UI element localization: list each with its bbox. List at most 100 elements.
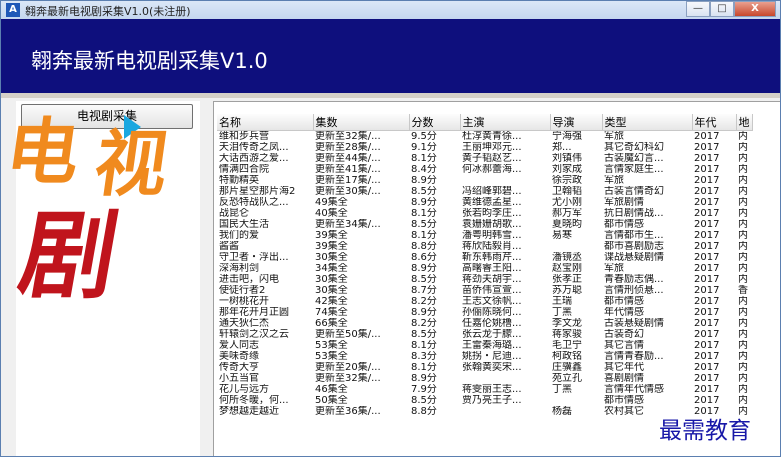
header-divider bbox=[1, 93, 780, 98]
table-cell: 喜剧剧情 bbox=[604, 373, 644, 384]
maximize-button[interactable]: □ bbox=[710, 1, 734, 17]
table-cell: 任嘉伦姚橹... bbox=[462, 318, 522, 329]
table-cell: 爱人同志 bbox=[219, 340, 259, 351]
table-row[interactable]: 战昆仑 40集全 8.1分 张若昀李庄... 郝万军 抗日剧情战... 2017 内 bbox=[217, 208, 752, 219]
table-cell: 2017 bbox=[694, 219, 720, 230]
table-row[interactable]: 美味奇缘 53集全 8.3分 姚拐・尼迪... 柯政铭 言情青春励... 2017 内 bbox=[217, 351, 752, 362]
table-cell: 8.1分 bbox=[411, 362, 437, 373]
table-row[interactable]: 情满四合院 更新至41集/... 8.4分 何冰郝蕾海... 刘家成 言情家庭生... 20… bbox=[217, 164, 752, 175]
table-cell: 内 bbox=[738, 296, 748, 307]
table-row[interactable]: 传奇大亨 更新至20集/... 8.1分 张翰黄奕宋... 庄骥鑫 其它年代 2017 内 bbox=[217, 362, 752, 373]
table-row[interactable]: 国民大生活 更新至34集/... 8.5分 袁姗姗胡歌... 夏晓昀 都市情感 2017 内 bbox=[217, 219, 752, 230]
table-cell: 内 bbox=[738, 197, 748, 208]
table-row[interactable]: 我们的爱 39集全 8.1分 潘粤明韩雪... 易寒 言情都市生... 2017 内 bbox=[217, 230, 752, 241]
table-cell: 8.1分 bbox=[411, 340, 437, 351]
table-cell: 言情年代情感 bbox=[604, 384, 664, 395]
table-cell: 2017 bbox=[694, 296, 720, 307]
table-row[interactable]: 酱酱 39集全 8.8分 蒋欣陆毅肖... 都市喜剧励志 2017 内 bbox=[217, 241, 752, 252]
table-cell: 2017 bbox=[694, 142, 720, 153]
table-row[interactable]: 特勤精英 更新至17集/... 8.9分 徐宗政 军旅 2017 内 bbox=[217, 175, 752, 186]
col-header-name[interactable]: 名称 bbox=[217, 114, 314, 131]
table-cell: 小五当官 bbox=[219, 373, 259, 384]
table-row[interactable]: 深海利剑 34集全 8.9分 高曙睿王阳... 赵宝刚 军旅 2017 内 bbox=[217, 263, 752, 274]
table-cell: 蒋欣陆毅肖... bbox=[462, 241, 522, 252]
table-row[interactable]: 使徒行者2 30集全 8.7分 苗侨伟宣萱... 苏万聪 言情刑侦悬... 2017 香 bbox=[217, 285, 752, 296]
table-cell: 内 bbox=[738, 208, 748, 219]
close-button[interactable]: X bbox=[734, 1, 776, 17]
table-row[interactable]: 维和步兵营 更新至32集/... 9.5分 杜淳黄青徐... 宁海强 军旅 2017 内 bbox=[217, 131, 752, 143]
table-cell: 2017 bbox=[694, 340, 720, 351]
table-row[interactable]: 反恐特战队之... 49集全 8.9分 黄维德孟星... 尤小刚 军旅剧情 2017 内 bbox=[217, 197, 752, 208]
table-cell: 2017 bbox=[694, 230, 720, 241]
table-cell: 张翰黄奕宋... bbox=[462, 362, 522, 373]
table-cell bbox=[460, 373, 550, 384]
table-cell: 黄维德孟星... bbox=[462, 197, 522, 208]
table-cell: 2017 bbox=[694, 164, 720, 175]
table-cell: 30集全 bbox=[315, 274, 348, 285]
table-cell: 花儿与远方 bbox=[219, 384, 269, 395]
table-cell: 特勤精英 bbox=[219, 175, 259, 186]
table-cell: 国民大生活 bbox=[219, 219, 269, 230]
col-header-genre[interactable]: 类型 bbox=[602, 114, 693, 131]
table-cell: 黄子韬赵艺... bbox=[462, 153, 522, 164]
table-cell: 言情刑侦悬... bbox=[604, 285, 664, 296]
table-row[interactable]: 轩辕剑之汉之云 更新至50集/... 8.5分 张云龙于朦... 蒋家骏 古装奇幻 2017… bbox=[217, 329, 752, 340]
table-cell: 深海利剑 bbox=[219, 263, 259, 274]
table-cell: 49集全 bbox=[315, 197, 348, 208]
table-cell: 言情家庭生... bbox=[604, 164, 664, 175]
table-row[interactable]: 爱人同志 53集全 8.1分 王雷秦海璐... 毛卫宁 其它言情 2017 内 bbox=[217, 340, 752, 351]
table-cell: 何所冬暖，何... bbox=[219, 395, 289, 406]
table-row[interactable]: 何所冬暖，何... 50集全 8.5分 贾乃亮王子... 都市情感 2017 内 bbox=[217, 395, 752, 406]
col-header-region[interactable]: 地 bbox=[736, 114, 753, 131]
table-cell: 内 bbox=[738, 230, 748, 241]
table-cell: 内 bbox=[738, 186, 748, 197]
table-row[interactable]: 天泪传奇之凤... 更新至28集/... 9.1分 王丽坤邓元... 郑... 其它奇幻科… bbox=[217, 142, 752, 153]
table-cell: 2017 bbox=[694, 186, 720, 197]
table-row[interactable]: 那年花开月正圆 74集全 8.9分 孙俪陈晓何... 丁黑 年代情感 2017 内 bbox=[217, 307, 752, 318]
table-row[interactable]: 那片星空那片海2 更新至30集/... 8.5分 冯绍峰郭碧... 卫翰韬 古装言情奇幻 2… bbox=[217, 186, 752, 197]
minimize-button[interactable]: — bbox=[686, 1, 710, 17]
table-cell: 内 bbox=[738, 131, 748, 142]
table-row[interactable]: 花儿与远方 46集全 7.9分 蒋雯丽王志... 丁黑 言情年代情感 2017 内 bbox=[217, 384, 752, 395]
col-header-cast[interactable]: 主演 bbox=[460, 114, 551, 131]
table-cell: 8.9分 bbox=[411, 307, 437, 318]
table-cell: 军旅 bbox=[604, 175, 624, 186]
table-cell: 何冰郝蕾海... bbox=[462, 164, 522, 175]
table-cell: 2017 bbox=[694, 285, 720, 296]
table-cell: 更新至36集/... bbox=[315, 406, 381, 417]
table-cell: 2017 bbox=[694, 153, 720, 164]
table-cell: 王丽坤邓元... bbox=[462, 142, 522, 153]
table-cell: 8.1分 bbox=[411, 208, 437, 219]
table-cell: 内 bbox=[738, 307, 748, 318]
col-header-year[interactable]: 年代 bbox=[692, 114, 737, 131]
table-cell: 内 bbox=[738, 142, 748, 153]
table-cell: 刘家成 bbox=[552, 164, 582, 175]
table-cell: 2017 bbox=[694, 197, 720, 208]
table-cell: 2017 bbox=[694, 307, 720, 318]
col-header-episodes[interactable]: 集数 bbox=[313, 114, 410, 131]
table-cell: 2017 bbox=[694, 395, 720, 406]
table-cell: 2017 bbox=[694, 175, 720, 186]
table-cell: 内 bbox=[738, 153, 748, 164]
table-cell: 张若昀李庄... bbox=[462, 208, 522, 219]
table-cell: 冯绍峰郭碧... bbox=[462, 186, 522, 197]
col-header-score[interactable]: 分数 bbox=[409, 114, 461, 131]
table-cell: 杨磊 bbox=[552, 406, 572, 417]
series-table[interactable]: 名称 集数 分数 主演 导演 类型 年代 地 维和步兵营 更新至32集/... 9.… bbox=[217, 114, 753, 417]
table-cell: 内 bbox=[738, 175, 748, 186]
table-row[interactable]: 小五当官 更新至32集/... 8.9分 苑立孔 喜剧剧情 2017 内 bbox=[217, 373, 752, 384]
logo-char-ju: 剧 bbox=[11, 200, 127, 312]
table-row[interactable]: 进击吧，闪电 30集全 8.5分 蒋劲夫胡宇... 张孝正 青春励志偶... 2017 内 bbox=[217, 274, 752, 285]
table-row[interactable]: 守卫者・浮出... 30集全 8.6分 靳东韩雨芹... 潘镜丞 谍战悬疑剧情 2017 内 bbox=[217, 252, 752, 263]
table-cell: 张云龙于朦... bbox=[462, 329, 522, 340]
table-cell: 杜淳黄青徐... bbox=[462, 131, 522, 142]
table-cell: 内 bbox=[738, 395, 748, 406]
table-row[interactable]: 一树桃花开 42集全 8.2分 王志文徐帆... 王瑞 都市情感 2017 内 bbox=[217, 296, 752, 307]
col-header-director[interactable]: 导演 bbox=[550, 114, 603, 131]
table-cell: 酱酱 bbox=[219, 241, 239, 252]
table-cell: 古装言情奇幻 bbox=[604, 186, 664, 197]
table-cell: 7.9分 bbox=[411, 384, 437, 395]
title-bar[interactable]: A 翱奔最新电视剧采集V1.0(未注册) — □ X bbox=[1, 1, 780, 20]
table-row[interactable]: 通天狄仁杰 66集全 8.2分 任嘉伦姚橹... 李文龙 古装悬疑剧情 2017 内 bbox=[217, 318, 752, 329]
table-row[interactable]: 大话西游之爱... 更新至44集/... 8.1分 黄子韬赵艺... 刘镇伟 古装魔幻言.… bbox=[217, 153, 752, 164]
